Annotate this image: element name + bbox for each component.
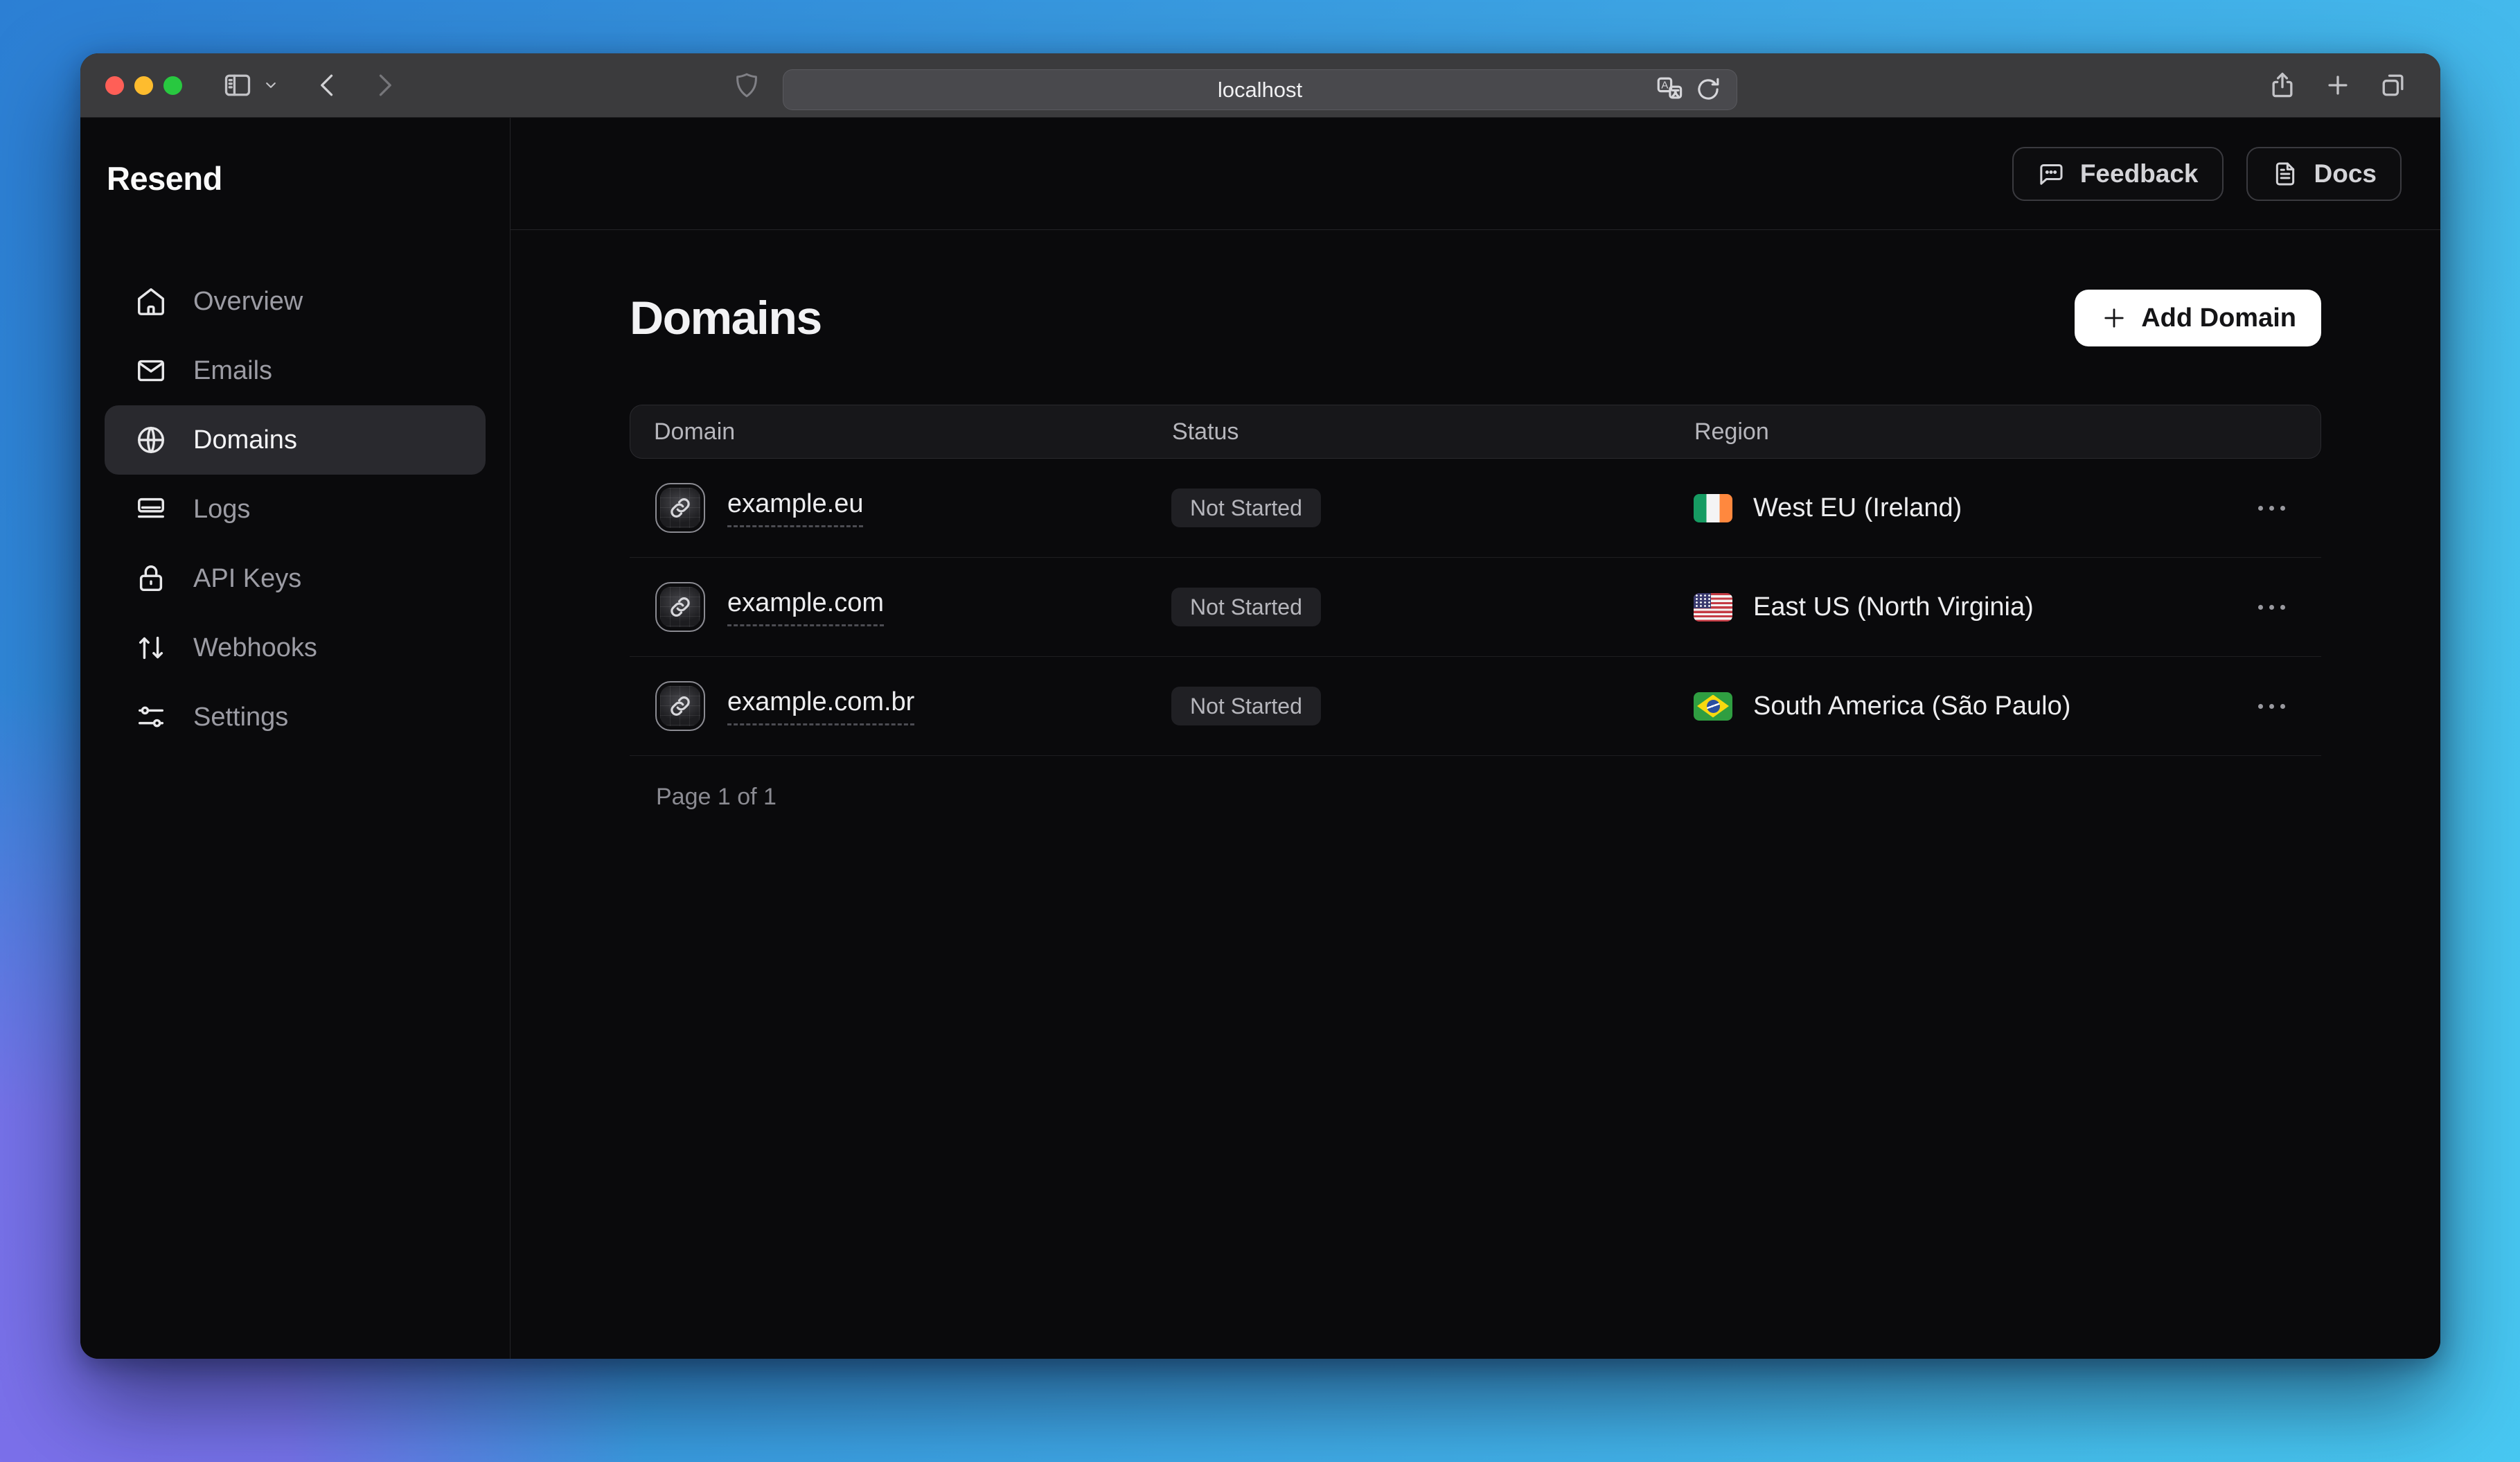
sidebar-item-domains[interactable]: Domains	[105, 405, 486, 475]
sidebar-item-label: Overview	[193, 287, 303, 317]
main-content: Feedback Docs Domains	[511, 118, 2440, 1359]
sidebar-toggle-icon[interactable]	[222, 70, 253, 100]
back-button[interactable]	[312, 70, 343, 100]
region-label: East US (North Virginia)	[1753, 592, 2034, 622]
domains-table: Domain Status Region example.eu	[630, 405, 2321, 756]
status-badge: Not Started	[1171, 588, 1321, 626]
sidebar-item-label: Settings	[193, 703, 288, 732]
resend-logo: Resend	[107, 159, 510, 195]
desktop-wallpaper: localhost A	[0, 0, 2520, 1462]
domain-link[interactable]: example.com	[727, 588, 884, 626]
browser-titlebar: localhost A	[80, 53, 2440, 118]
address-bar[interactable]: localhost A	[783, 69, 1737, 110]
sliders-icon	[135, 701, 167, 733]
mail-icon	[135, 355, 167, 387]
tab-overview-icon[interactable]	[2378, 70, 2408, 100]
add-domain-button[interactable]: Add Domain	[2075, 290, 2321, 346]
plus-icon	[2100, 303, 2129, 333]
translate-icon[interactable]: A	[1655, 75, 1684, 109]
new-tab-icon[interactable]	[2323, 70, 2353, 100]
logs-icon	[135, 493, 167, 525]
sidebar-item-api-keys[interactable]: API Keys	[105, 544, 486, 613]
status-badge: Not Started	[1171, 687, 1321, 725]
shield-icon	[733, 71, 761, 99]
brazil-flag-icon	[1694, 692, 1732, 721]
sidebar-item-emails[interactable]: Emails	[105, 336, 486, 405]
link-icon	[655, 582, 705, 632]
sidebar-item-webhooks[interactable]: Webhooks	[105, 613, 486, 682]
table-row: example.eu Not Started West EU (Ireland)	[630, 459, 2321, 558]
ireland-flag-icon	[1694, 494, 1732, 522]
lock-icon	[135, 563, 167, 595]
feedback-button-label: Feedback	[2080, 159, 2199, 188]
feedback-bubble-icon	[2037, 160, 2065, 188]
sidebar-item-label: Domains	[193, 425, 297, 455]
globe-icon	[135, 424, 167, 456]
sidebar-item-label: Emails	[193, 356, 272, 386]
column-header-domain: Domain	[630, 419, 1172, 446]
link-icon	[655, 483, 705, 533]
app-root: Resend Overview Emails	[80, 118, 2440, 1359]
arrows-up-down-icon	[135, 632, 167, 664]
sidebar-item-logs[interactable]: Logs	[105, 475, 486, 544]
pagination-status: Page 1 of 1	[656, 784, 2321, 811]
home-icon	[135, 285, 167, 317]
domains-page: Domains Add Domain Domain Status R	[511, 230, 2440, 811]
table-header: Domain Status Region	[630, 405, 2321, 459]
row-actions-menu-icon[interactable]	[2258, 494, 2285, 522]
share-icon[interactable]	[2267, 70, 2298, 100]
column-header-status: Status	[1172, 419, 1694, 446]
traffic-lights	[105, 76, 182, 95]
row-actions-menu-icon[interactable]	[2258, 692, 2285, 720]
region-label: West EU (Ireland)	[1753, 493, 1962, 523]
forward-button[interactable]	[369, 70, 400, 100]
browser-window: localhost A	[80, 53, 2440, 1359]
close-window-button[interactable]	[105, 76, 124, 95]
table-row: example.com Not Started East US (North V…	[630, 558, 2321, 657]
row-actions-menu-icon[interactable]	[2258, 593, 2285, 621]
sidebar: Resend Overview Emails	[80, 118, 511, 1359]
column-header-region: Region	[1694, 419, 2259, 446]
sidebar-nav: Overview Emails Domains	[80, 267, 510, 752]
sidebar-item-label: Logs	[193, 495, 250, 525]
link-icon	[655, 681, 705, 731]
sidebar-item-label: Webhooks	[193, 633, 317, 663]
minimize-window-button[interactable]	[134, 76, 153, 95]
content-topbar: Feedback Docs	[511, 118, 2440, 230]
sidebar-item-label: API Keys	[193, 564, 301, 594]
sidebar-item-overview[interactable]: Overview	[105, 267, 486, 336]
page-title: Domains	[630, 291, 822, 345]
us-flag-icon	[1694, 593, 1732, 622]
region-label: South America (São Paulo)	[1753, 692, 2070, 721]
domain-link[interactable]: example.com.br	[727, 687, 914, 725]
status-badge: Not Started	[1171, 488, 1321, 527]
docs-button[interactable]: Docs	[2246, 147, 2402, 201]
address-bar-url: localhost	[1218, 78, 1302, 103]
reload-icon[interactable]	[1694, 75, 1723, 109]
svg-text:A: A	[1661, 80, 1668, 91]
table-row: example.com.br Not Started South America…	[630, 657, 2321, 756]
chevron-down-icon[interactable]	[261, 76, 281, 95]
add-domain-button-label: Add Domain	[2141, 303, 2296, 333]
domain-link[interactable]: example.eu	[727, 489, 863, 527]
feedback-button[interactable]: Feedback	[2012, 147, 2224, 201]
zoom-window-button[interactable]	[163, 76, 182, 95]
sidebar-item-settings[interactable]: Settings	[105, 682, 486, 752]
document-icon	[2271, 160, 2299, 188]
docs-button-label: Docs	[2314, 159, 2377, 188]
